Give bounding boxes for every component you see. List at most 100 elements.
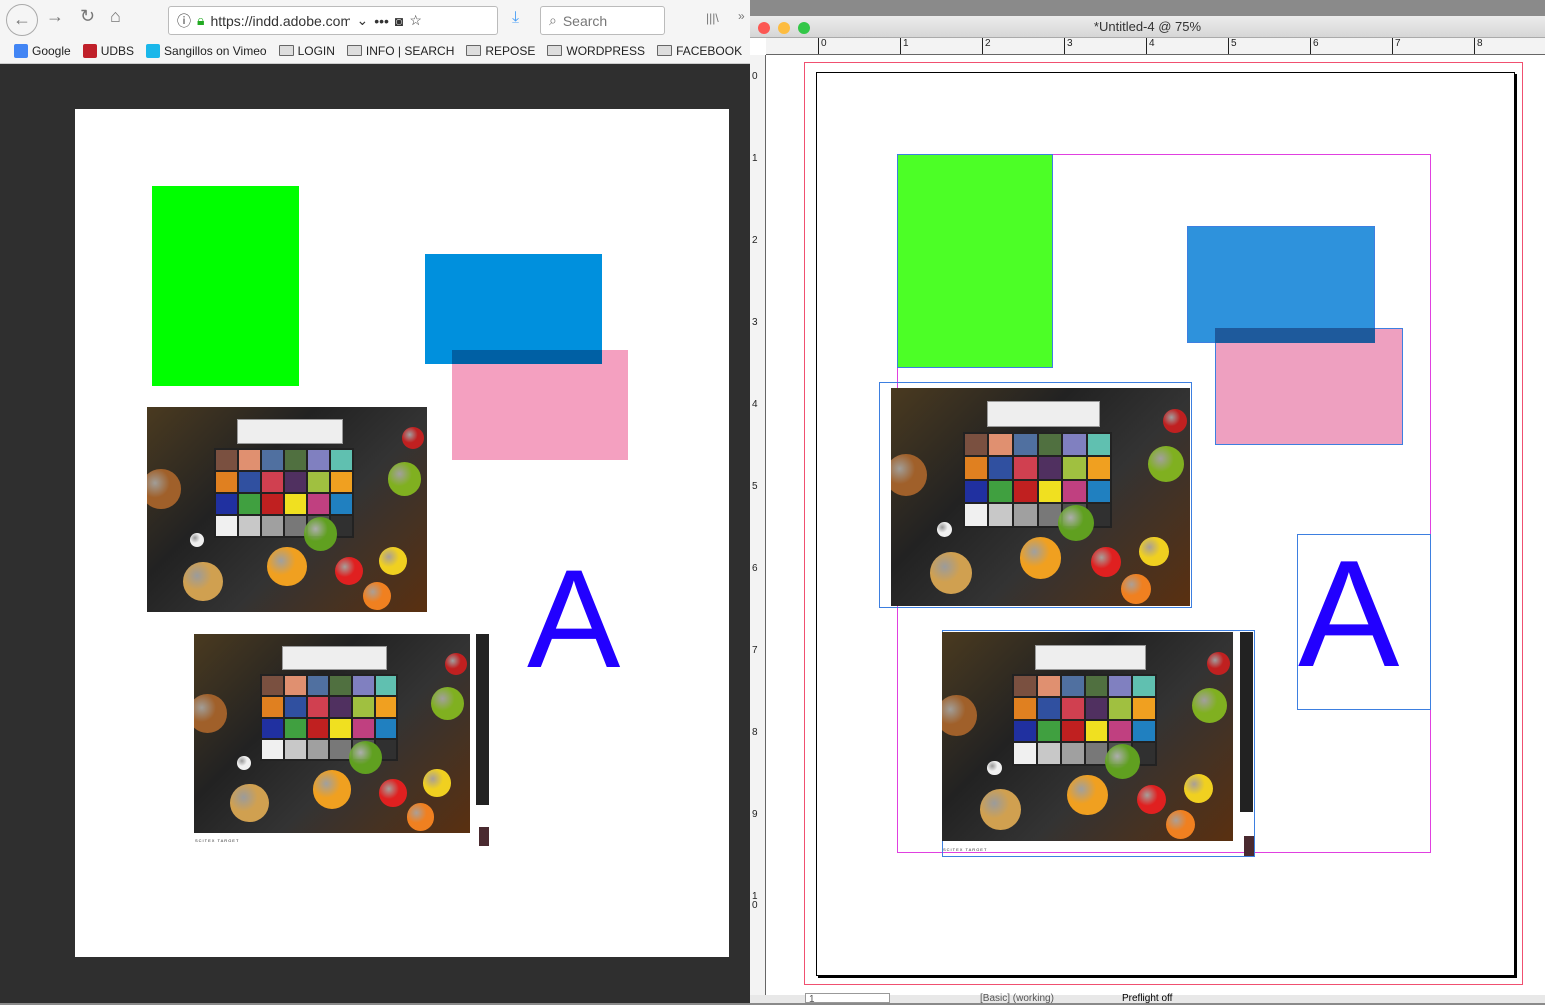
- fruit-photo-2[interactable]: [942, 632, 1233, 841]
- fruit: [1192, 687, 1228, 723]
- fruit: [937, 522, 953, 538]
- minimize-button[interactable]: [778, 22, 790, 34]
- color-swatch: [1133, 675, 1156, 697]
- preflight-status[interactable]: Preflight off: [1122, 993, 1172, 1004]
- zoom-button[interactable]: [798, 22, 810, 34]
- color-swatch: [989, 504, 1012, 526]
- color-swatch: [284, 718, 306, 738]
- fruit: [236, 756, 251, 771]
- chevron-down-icon[interactable]: ⌄: [356, 12, 368, 29]
- color-swatch: [1013, 698, 1036, 719]
- ruler-label: 2: [752, 235, 758, 246]
- color-swatch: [1013, 720, 1036, 742]
- bookmark-item[interactable]: FACEBOOK: [657, 44, 742, 58]
- ruler-label: 8: [1474, 38, 1483, 54]
- fruit-photo: [147, 407, 427, 612]
- letter-a[interactable]: A: [1298, 538, 1399, 690]
- blue-rectangle[interactable]: [1187, 226, 1375, 343]
- dark-bar: [476, 634, 489, 805]
- color-swatch: [262, 697, 283, 717]
- color-swatch: [331, 472, 353, 493]
- color-swatch: [1013, 480, 1037, 503]
- color-swatch: [330, 697, 351, 717]
- color-swatch: [1109, 720, 1132, 742]
- fruit: [987, 760, 1002, 776]
- bookmark-item[interactable]: WORDPRESS: [547, 44, 645, 58]
- dark-swatch: [1244, 836, 1254, 856]
- search-input[interactable]: ⌕ Search: [540, 6, 665, 35]
- forward-button[interactable]: →: [46, 6, 64, 27]
- page-number-field[interactable]: 1: [805, 993, 890, 1005]
- info-icon[interactable]: ⓘ: [177, 11, 191, 31]
- bookmark-item[interactable]: INFO | SEARCH: [346, 44, 454, 58]
- bookmark-label: WORDPRESS: [566, 43, 646, 58]
- fruit: [431, 687, 465, 721]
- overflow-icon[interactable]: »: [738, 9, 745, 23]
- fruit: [183, 561, 223, 601]
- fruit: [1166, 809, 1196, 839]
- color-swatch: [1133, 698, 1156, 719]
- bookmark-label: Google: [32, 43, 71, 58]
- library-icon[interactable]: |||\: [706, 11, 719, 25]
- color-swatch: [1085, 675, 1108, 697]
- ruler-label: 2: [982, 38, 991, 54]
- pocket-icon[interactable]: ◙: [395, 13, 403, 29]
- reload-button[interactable]: ↻: [80, 6, 95, 27]
- fruit: [1091, 547, 1122, 578]
- back-button[interactable]: ←: [6, 4, 38, 36]
- color-swatch: [216, 494, 238, 515]
- color-swatch: [262, 450, 284, 471]
- pink-rectangle[interactable]: [1215, 328, 1403, 445]
- color-swatch: [262, 739, 283, 760]
- folder-icon: [466, 45, 482, 56]
- close-button[interactable]: [758, 22, 770, 34]
- fruit: [891, 454, 927, 497]
- dark-bar: [1240, 632, 1253, 812]
- horizontal-ruler[interactable]: 0 1 2 3 4 5 6 7 8: [766, 38, 1545, 55]
- bookmark-item[interactable]: LOGIN: [278, 44, 335, 58]
- home-button[interactable]: ⌂: [110, 6, 121, 27]
- fruit-photo[interactable]: [891, 388, 1190, 606]
- bookmark-item[interactable]: Sangillos on Vimeo: [146, 43, 267, 58]
- fruit: [1019, 537, 1062, 579]
- color-swatch: [216, 472, 238, 493]
- vertical-ruler[interactable]: 0 1 2 3 4 5 6 7 8 9 10: [750, 55, 766, 995]
- browser-window: ← → ↻ ⌂ ⓘ 🔒︎ https://indd.adobe.com ⌄ ••…: [0, 0, 750, 1003]
- bookmark-item[interactable]: REPOSE: [466, 44, 535, 58]
- bookmarks-bar: Google UDBS Sangillos on Vimeo LOGIN INFO | …: [0, 38, 750, 64]
- workspace-label[interactable]: [Basic] (working): [980, 993, 1054, 1004]
- dark-swatch: [479, 827, 489, 846]
- bookmark-label: UDBS: [100, 43, 135, 58]
- color-swatch: [216, 516, 238, 537]
- fruit: [147, 469, 181, 509]
- ruler-label: 8: [752, 727, 758, 738]
- color-swatch: [1061, 720, 1084, 742]
- color-swatch: [1038, 433, 1062, 456]
- color-swatch: [239, 516, 261, 537]
- udbs-icon: [82, 43, 97, 58]
- bookmark-item[interactable]: Google: [14, 43, 71, 58]
- download-icon[interactable]: ⤓: [512, 9, 519, 27]
- bookmark-item[interactable]: UDBS: [82, 43, 135, 58]
- caption: SCITEX TARGET: [195, 838, 240, 843]
- color-swatch: [239, 494, 261, 515]
- color-swatch: [1063, 480, 1086, 503]
- fruit: [979, 789, 1021, 830]
- color-swatch: [239, 450, 261, 471]
- photo-label: [986, 401, 1101, 428]
- color-swatch: [262, 494, 284, 515]
- color-swatch: [964, 504, 988, 526]
- ruler-label: 5: [1228, 38, 1237, 54]
- ruler-label: 6: [1310, 38, 1319, 54]
- color-swatch: [1109, 675, 1132, 697]
- color-swatch: [375, 718, 397, 738]
- more-icon[interactable]: •••: [374, 13, 389, 29]
- green-rectangle[interactable]: [897, 154, 1053, 368]
- browser-toolbar: ← → ↻ ⌂ ⓘ 🔒︎ https://indd.adobe.com ⌄ ••…: [0, 0, 750, 38]
- star-icon[interactable]: ☆: [409, 12, 422, 29]
- color-swatch: [307, 718, 329, 738]
- color-swatch: [1037, 720, 1060, 742]
- url-bar[interactable]: ⓘ 🔒︎ https://indd.adobe.com ⌄ ••• ◙ ☆: [168, 6, 498, 35]
- lock-icon: 🔒︎: [197, 12, 205, 28]
- color-swatch: [331, 450, 353, 471]
